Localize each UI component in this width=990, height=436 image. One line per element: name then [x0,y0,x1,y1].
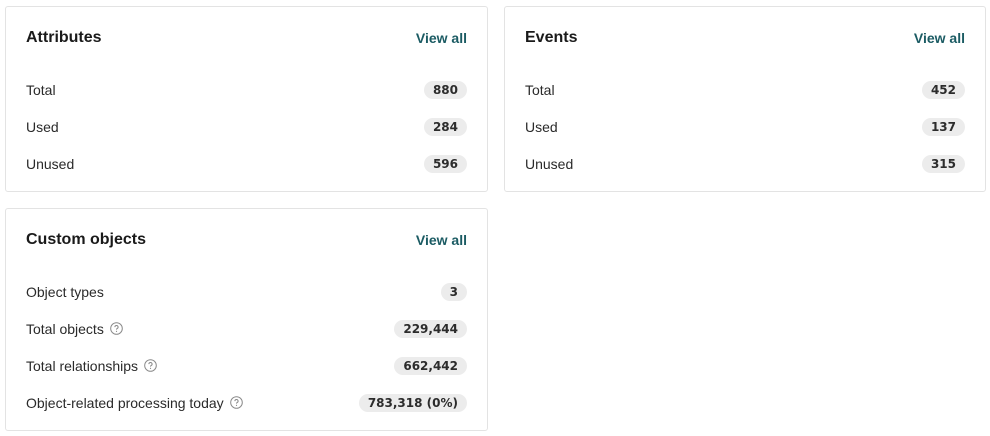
custom-objects-stats-list: Object types 3 Total objects 229,444 Tot… [26,273,467,421]
custom-objects-header: Custom objects View all [26,230,467,250]
row-label-text: Total relationships [26,357,139,374]
row-label: Unused [26,155,75,172]
count-badge: 880 [423,80,467,99]
row-label: Total objects [26,321,123,337]
count-badge: 137 [921,117,965,136]
row-label: Unused [525,155,574,172]
events-header: Events View all [525,28,965,48]
help-icon[interactable] [144,359,157,372]
row-label: Used [26,118,59,135]
row-label-text: Total objects [26,320,104,337]
row-label: Used [525,118,558,135]
help-icon[interactable] [110,322,123,335]
row-label-text: Object types [26,283,104,300]
custom-objects-row-total-objects: Total objects 229,444 [26,310,467,347]
count-badge: 596 [423,154,467,173]
help-icon[interactable] [229,396,243,409]
count-badge: 284 [423,117,467,136]
row-label-text: Object-related processing today [26,394,224,411]
row-label: Total [26,81,56,98]
attributes-stats-list: Total 880 Used 284 Unused 596 [26,71,467,182]
events-row-used: Used 137 [525,108,965,145]
custom-objects-title: Custom objects [26,231,147,248]
events-title: Events [525,29,578,46]
events-row-unused: Unused 315 [525,145,965,182]
count-badge: 662,442 [394,356,467,375]
row-label: Object-related processing today [26,395,243,411]
attributes-row-unused: Unused 596 [26,145,467,182]
row-label: Total relationships [26,358,157,374]
custom-objects-row-total-relationships: Total relationships 662,442 [26,347,467,384]
attributes-view-all-link[interactable]: View all [416,30,467,46]
attributes-header: Attributes View all [26,28,467,48]
count-badge: 229,444 [394,319,467,338]
attributes-card: Attributes View all Total 880 Used 284 U… [5,6,488,192]
attributes-title: Attributes [26,29,102,46]
events-view-all-link[interactable]: View all [914,30,965,46]
custom-objects-view-all-link[interactable]: View all [416,232,467,248]
custom-objects-row-object-types: Object types 3 [26,273,467,310]
attributes-row-used: Used 284 [26,108,467,145]
events-card: Events View all Total 452 Used 137 Unuse… [504,6,986,192]
events-stats-list: Total 452 Used 137 Unused 315 [525,71,965,182]
attributes-row-total: Total 880 [26,71,467,108]
custom-objects-row-processing-today: Object-related processing today 783,318 … [26,384,467,421]
custom-objects-card: Custom objects View all Object types 3 T… [5,208,488,431]
row-label: Total [525,81,555,98]
count-badge: 783,318 (0%) [358,393,467,412]
count-badge: 452 [921,80,965,99]
events-row-total: Total 452 [525,71,965,108]
row-label: Object types [26,284,104,300]
count-badge: 3 [440,282,467,301]
count-badge: 315 [921,154,965,173]
